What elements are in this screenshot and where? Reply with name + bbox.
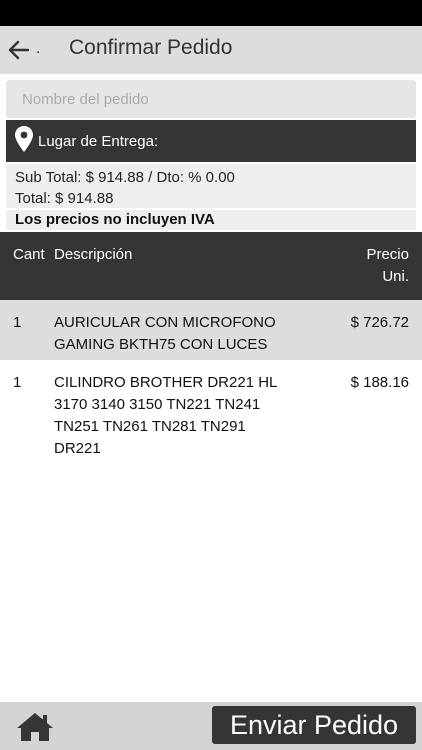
subtotal-text: Sub Total: $ 914.88 / Dto: % 0.00 [15, 169, 235, 186]
column-header-price: Precio Uni. [366, 246, 409, 285]
table-row[interactable]: 1 AURICULAR CON MICROFONO GAMING BKTH75 … [0, 300, 422, 360]
status-bar [0, 0, 422, 26]
location-pin-icon [15, 126, 33, 152]
arrow-left-icon [8, 40, 30, 60]
back-button[interactable]: . [8, 38, 42, 62]
totals-box: Sub Total: $ 914.88 / Dto: % 0.00 Total:… [6, 164, 416, 208]
row-price: $ 188.16 [350, 374, 409, 391]
row-price: $ 726.72 [350, 314, 409, 331]
send-order-button[interactable]: Enviar Pedido [212, 706, 416, 744]
row-description: CILINDRO BROTHER DR221 HL 3170 3140 3150… [54, 374, 277, 457]
home-icon [17, 713, 53, 741]
delivery-label: Lugar de Entrega: [38, 132, 159, 150]
delivery-location-bar[interactable]: Lugar de Entrega: [6, 120, 416, 162]
back-suffix: . [36, 40, 41, 57]
total-text: Total: $ 914.88 [15, 190, 114, 207]
column-header-qty: Cant [13, 246, 45, 263]
iva-notice: Los precios no incluyen IVA [6, 210, 416, 230]
page-title: Confirmar Pedido [69, 36, 233, 59]
order-name-input[interactable] [22, 90, 382, 108]
order-name-field[interactable] [6, 80, 416, 118]
column-header-description: Descripción [54, 246, 133, 263]
row-qty: 1 [13, 374, 22, 391]
table-row[interactable]: 1 CILINDRO BROTHER DR221 HL 3170 3140 31… [0, 360, 422, 470]
app-header: . Confirmar Pedido [0, 26, 422, 74]
row-description: AURICULAR CON MICROFONO GAMING BKTH75 CO… [54, 314, 276, 353]
home-button[interactable] [16, 712, 54, 744]
row-qty: 1 [13, 314, 22, 331]
table-header: Cant Descripción Precio Uni. [0, 232, 422, 300]
